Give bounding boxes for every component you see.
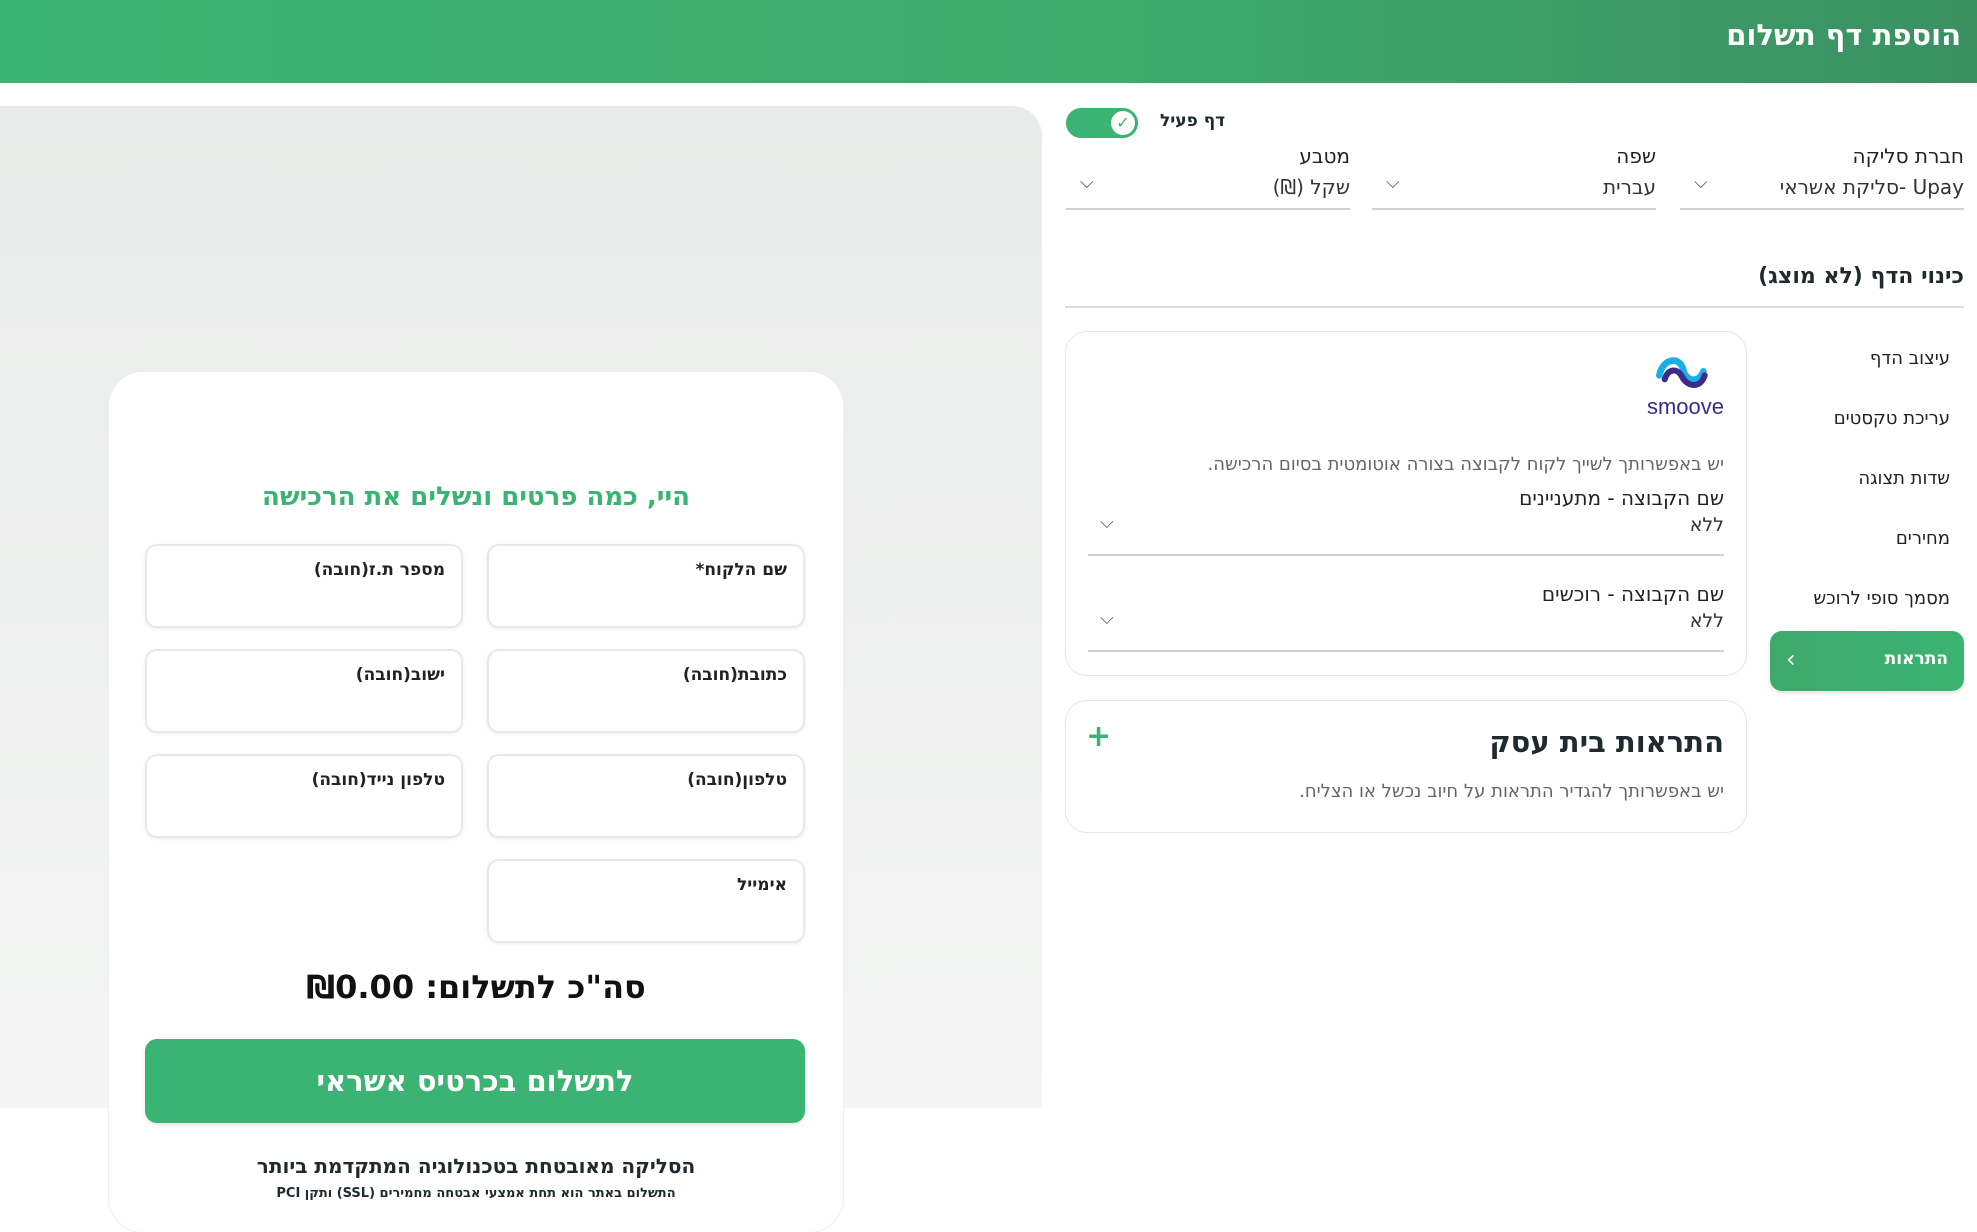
city-label: ישוב(חובה) [355, 665, 445, 685]
plus-icon[interactable]: + [1086, 719, 1111, 754]
page-name-underline [1065, 306, 1964, 308]
group-buyers-value: ללא [1689, 610, 1724, 632]
smoove-logo-text: smoove [1646, 394, 1724, 419]
address-label: כתובת(חובה) [682, 665, 787, 685]
menu-item-alerts-label: התראות [1884, 649, 1948, 669]
chevron-left-icon: ‹ [1786, 645, 1796, 673]
city-field[interactable]: ישוב(חובה) [145, 649, 463, 733]
clearing-company-label: חברת סליקה [1852, 144, 1965, 168]
active-page-label: דף פעיל [1160, 111, 1226, 131]
mobile-field[interactable]: טלפון נייד(חובה) [145, 754, 463, 838]
group-interested-value: ללא [1689, 514, 1724, 536]
pay-credit-card-button[interactable]: לתשלום בכרטיס אשראי [145, 1039, 805, 1123]
currency-select[interactable]: מטבע שקל (₪) ⌵ [1066, 140, 1350, 210]
smoove-description: יש באפשרותך לשייך לקוח לקבוצה בצורה אוטו… [1207, 454, 1725, 475]
customer-name-field[interactable]: שם הלקוח* [487, 544, 805, 628]
currency-value: שקל (₪) [1272, 175, 1350, 199]
group-buyers-label: שם הקבוצה - רוכשים [1541, 582, 1724, 606]
total-amount: סה"כ לתשלום: ₪0.00 [306, 968, 646, 1006]
menu-item-prices[interactable]: מחירים [1896, 528, 1950, 549]
phone-label: טלפון(חובה) [687, 770, 787, 790]
phone-field[interactable]: טלפון(חובה) [487, 754, 805, 838]
business-alerts-title: התראות בית עסק [1489, 725, 1724, 759]
id-number-label: מספר ת.ז(חובה) [313, 560, 445, 580]
language-label: שפה [1616, 144, 1656, 168]
top-header: הוספת דף תשלום [0, 0, 1977, 83]
preview-heading: היי, כמה פרטים ונשלים את הרכישה [262, 482, 690, 512]
active-page-toggle[interactable]: ✓ [1066, 108, 1138, 138]
business-alerts-description: יש באפשרותך להגדיר התראות על חיוב נכשל א… [1299, 781, 1724, 802]
preview-card: היי, כמה פרטים ונשלים את הרכישה שם הלקוח… [109, 372, 843, 1232]
check-icon: ✓ [1111, 111, 1135, 135]
clearing-company-value: Upay -סליקת אשראי [1779, 175, 1964, 199]
mobile-label: טלפון נייד(חובה) [311, 770, 445, 790]
email-label: אימייל [737, 875, 787, 895]
business-alerts-panel: התראות בית עסק יש באפשרותך להגדיר התראות… [1065, 700, 1747, 833]
payment-page-preview: היי, כמה פרטים ונשלים את הרכישה שם הלקוח… [0, 106, 1042, 1232]
customer-name-label: שם הלקוח* [695, 560, 787, 580]
menu-item-edit-texts[interactable]: עריכת טקסטים [1834, 408, 1950, 429]
email-field[interactable]: אימייל [487, 859, 805, 943]
secure-notice: הסליקה מאובטחת בטכנולוגיה המתקדמת ביותר [256, 1154, 696, 1178]
smoove-panel: smoove יש באפשרותך לשייך לקוח לקבוצה בצו… [1065, 331, 1747, 676]
clearing-company-select[interactable]: חברת סליקה Upay -סליקת אשראי ⌵ [1680, 140, 1964, 210]
menu-item-final-document[interactable]: מסמך סופי לרוכש [1813, 588, 1950, 609]
chevron-down-icon: ⌵ [1100, 512, 1114, 533]
currency-label: מטבע [1299, 144, 1350, 168]
id-number-field[interactable]: מספר ת.ז(חובה) [145, 544, 463, 628]
chevron-down-icon: ⌵ [1080, 172, 1094, 193]
language-select[interactable]: שפה עברית ⌵ [1372, 140, 1656, 210]
chevron-down-icon: ⌵ [1386, 172, 1400, 193]
chevron-down-icon: ⌵ [1694, 172, 1708, 193]
secure-notice-detail: התשלום באתר הוא תחת אמצעי אבטחה מחמירים … [276, 1186, 676, 1201]
chevron-down-icon: ⌵ [1100, 608, 1114, 629]
address-field[interactable]: כתובת(חובה) [487, 649, 805, 733]
group-buyers-select[interactable]: שם הקבוצה - רוכשים ללא ⌵ [1088, 582, 1724, 652]
group-interested-select[interactable]: שם הקבוצה - מתעניינים ללא ⌵ [1088, 486, 1724, 556]
language-value: עברית [1603, 175, 1656, 199]
menu-item-display-fields[interactable]: שדות תצוגה [1858, 468, 1950, 489]
menu-item-page-design[interactable]: עיצוב הדף [1870, 348, 1950, 369]
menu-item-alerts[interactable]: התראות ‹ [1770, 631, 1964, 691]
group-interested-label: שם הקבוצה - מתעניינים [1519, 486, 1724, 510]
page-name-input[interactable]: כינוי הדף (לא מוצג) [1758, 264, 1964, 289]
page-title: הוספת דף תשלום [1726, 18, 1961, 52]
